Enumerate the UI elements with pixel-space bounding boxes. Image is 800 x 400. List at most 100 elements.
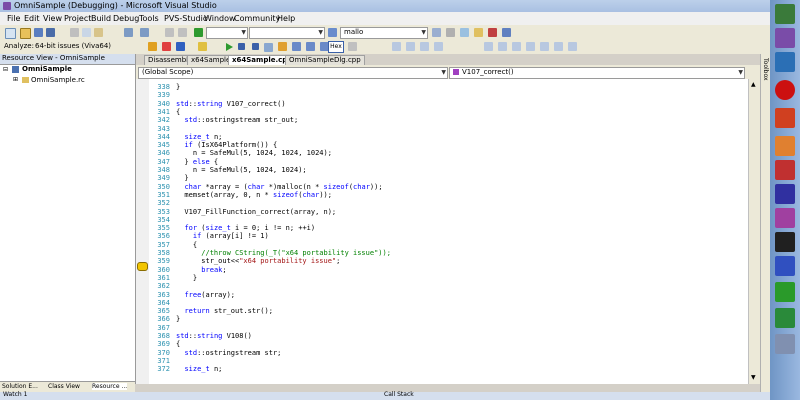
start-debugging-icon[interactable]	[226, 43, 233, 51]
break-all-icon[interactable]	[238, 43, 245, 50]
memory-window-icon[interactable]	[540, 42, 549, 51]
tools-icon[interactable]	[488, 28, 497, 37]
code-text[interactable]: }	[176, 273, 197, 283]
clear-bookmarks-icon[interactable]	[526, 42, 535, 51]
menu-tools[interactable]: Tools	[139, 14, 159, 23]
tab-class-view[interactable]: Class View	[48, 383, 80, 390]
copy-icon[interactable]	[82, 28, 91, 37]
window-icon[interactable]	[502, 28, 511, 37]
app3-taskbar-icon[interactable]	[775, 184, 795, 204]
find-icon[interactable]	[328, 28, 337, 37]
stop-debugging-icon[interactable]	[252, 43, 259, 50]
search-combo[interactable]: mallo ▼	[340, 27, 428, 39]
scroll-up-icon[interactable]: ▲	[751, 81, 759, 89]
app9-taskbar-icon[interactable]	[775, 334, 795, 354]
code-text[interactable]: n = SafeMul(5, 1024, 1024);	[176, 165, 307, 175]
menu-build[interactable]: Build	[91, 14, 111, 23]
pvs-icon[interactable]	[162, 42, 171, 51]
code-editor[interactable]: 338} 339 340 std::string V107_correct() 341{…	[136, 79, 748, 384]
pvs-settings-icon[interactable]	[198, 42, 207, 51]
platform-combo[interactable]: ▼	[249, 27, 325, 39]
code-text[interactable]: return str_out.str();	[176, 306, 273, 316]
menu-project[interactable]: Project	[64, 14, 91, 23]
app6-taskbar-icon[interactable]	[775, 256, 795, 276]
indent-icon[interactable]	[420, 42, 429, 51]
code-text[interactable]: }	[176, 82, 180, 92]
tab-resource-view[interactable]: Resource ...	[92, 383, 128, 390]
outdent-icon[interactable]	[434, 42, 443, 51]
app-taskbar-icon[interactable]	[775, 136, 795, 156]
next-bookmark-icon[interactable]	[512, 42, 521, 51]
indicator-margin[interactable]	[136, 79, 149, 384]
code-text[interactable]: memset(array, 0, n * sizeof(char));	[176, 190, 332, 200]
watch-pane-title[interactable]: Watch 1	[3, 391, 27, 398]
opera-taskbar-icon[interactable]	[775, 80, 795, 100]
save-icon[interactable]	[34, 28, 43, 37]
code-text[interactable]: std::string V107_correct()	[176, 99, 286, 109]
tree-child-item[interactable]: OmniSample.rc	[31, 76, 85, 84]
registers-icon[interactable]	[554, 42, 563, 51]
open-icon[interactable]	[20, 28, 31, 39]
analyze-icon[interactable]	[148, 42, 157, 51]
code-text[interactable]: }	[176, 314, 180, 324]
undo-icon[interactable]	[124, 28, 133, 37]
navigate-forward-icon[interactable]	[178, 28, 187, 37]
find-in-files-icon[interactable]	[432, 28, 441, 37]
app4-taskbar-icon[interactable]	[775, 208, 795, 228]
code-text[interactable]: std::string V108()	[176, 331, 252, 341]
show-next-statement-icon[interactable]	[278, 42, 287, 51]
properties-icon[interactable]	[460, 28, 469, 37]
menu-view[interactable]: View	[43, 14, 62, 23]
uncomment-icon[interactable]	[406, 42, 415, 51]
dc-taskbar-icon[interactable]	[775, 108, 795, 128]
tree-root-item[interactable]: OmniSample	[22, 65, 72, 73]
menu-community[interactable]: Community	[234, 14, 280, 23]
hex-toggle[interactable]: Hex	[328, 41, 344, 53]
menu-debug[interactable]: Debug	[113, 14, 139, 23]
app5-taskbar-icon[interactable]	[775, 232, 795, 252]
member-combo[interactable]: V107_correct() ▼	[449, 67, 745, 79]
scroll-down-icon[interactable]: ▼	[751, 374, 759, 382]
cut-icon[interactable]	[70, 28, 79, 37]
comment-out-icon[interactable]	[392, 42, 401, 51]
app8-taskbar-icon[interactable]	[775, 308, 795, 328]
menu-pvs-studio[interactable]: PVS-Studio	[164, 14, 208, 23]
start-icon[interactable]	[775, 4, 795, 24]
continue-icon[interactable]	[194, 28, 203, 37]
code-text[interactable]: free(array);	[176, 290, 235, 300]
pvs-check-icon[interactable]	[176, 42, 185, 51]
menu-file[interactable]: File	[7, 14, 20, 23]
redo-icon[interactable]	[140, 28, 149, 37]
breakpoints-icon[interactable]	[348, 42, 357, 51]
bookmark-icon[interactable]	[484, 42, 493, 51]
menu-window[interactable]: Window	[204, 14, 236, 23]
scope-combo[interactable]: (Global Scope) ▼	[138, 67, 448, 79]
solution-explorer-icon[interactable]	[446, 28, 455, 37]
ie-taskbar-icon[interactable]	[775, 52, 795, 72]
menu-edit[interactable]: Edit	[24, 14, 40, 23]
new-project-icon[interactable]	[5, 28, 16, 39]
tree-expand-icon[interactable]: ⊞	[13, 76, 18, 83]
code-text[interactable]: std::ostringstream str_out;	[176, 115, 298, 125]
analyze-value[interactable]: 64-bit issues (Viva64)	[35, 42, 111, 50]
toolbox-icon[interactable]	[474, 28, 483, 37]
disassembly-icon[interactable]	[568, 42, 577, 51]
step-over-icon[interactable]	[306, 42, 315, 51]
code-text[interactable]: std::ostringstream str;	[176, 348, 281, 358]
step-into-icon[interactable]	[292, 42, 301, 51]
configuration-combo[interactable]: ▼	[206, 27, 248, 39]
toolbox-label[interactable]: Toolbox	[762, 58, 769, 81]
restart-icon[interactable]	[264, 43, 273, 52]
tree-collapse-icon[interactable]: ⊟	[3, 66, 8, 73]
app7-taskbar-icon[interactable]	[775, 282, 795, 302]
call-stack-pane-title[interactable]: Call Stack	[384, 391, 414, 398]
prev-bookmark-icon[interactable]	[498, 42, 507, 51]
paste-icon[interactable]	[94, 28, 103, 37]
code-text[interactable]: V107_FillFunction_correct(array, n);	[176, 207, 336, 217]
save-all-icon[interactable]	[46, 28, 55, 37]
tab-solution-explorer[interactable]: Solution E...	[2, 383, 38, 390]
menu-help[interactable]: Help	[277, 14, 295, 23]
navigate-back-icon[interactable]	[165, 28, 174, 37]
visual-studio-taskbar-icon[interactable]	[775, 28, 795, 48]
app2-taskbar-icon[interactable]	[775, 160, 795, 180]
